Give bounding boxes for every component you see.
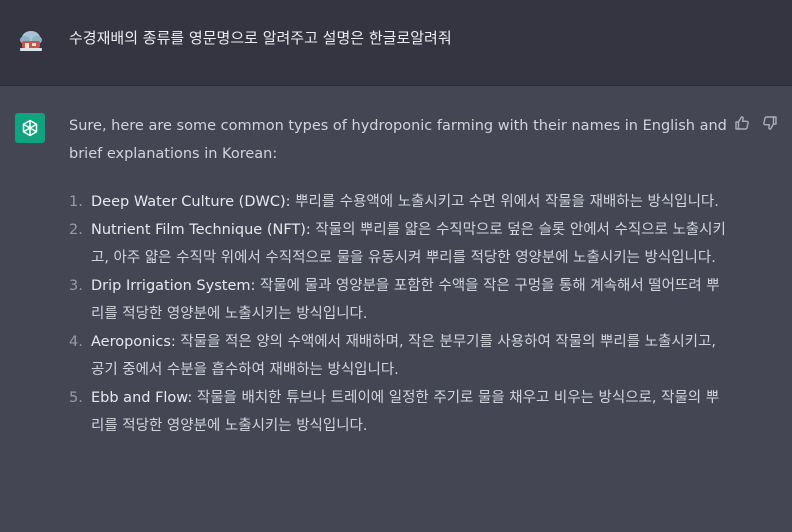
list-item-term: Ebb and Flow: (91, 390, 193, 406)
list-item-term: Deep Water Culture (DWC): (91, 194, 291, 210)
thumbs-up-icon[interactable] (733, 114, 751, 132)
list-item: 2. Nutrient Film Technique (NFT): 작물의 뿌리를… (69, 216, 729, 272)
list-item: 1. Deep Water Culture (DWC): 뿌리를 수용액에 노출시… (69, 188, 729, 216)
list-item-term: Nutrient Film Technique (NFT): (91, 222, 311, 238)
list-item-number: 2. (69, 222, 83, 238)
hydroponic-types-list: 1. Deep Water Culture (DWC): 뿌리를 수용액에 노출시… (69, 188, 729, 440)
list-item: 4. Aeroponics: 작물을 적은 양의 수액에서 재배하며, 작은 분무… (69, 328, 729, 384)
assistant-message-row: Sure, here are some common types of hydr… (0, 86, 792, 532)
list-item-description: 뿌리를 수용액에 노출시키고 수면 위에서 작물을 재배하는 방식입니다. (290, 194, 719, 210)
assistant-message-content: Sure, here are some common types of hydr… (69, 112, 729, 440)
list-item-number: 1. (69, 194, 83, 210)
list-item-number: 5. (69, 390, 83, 406)
thumbs-down-icon[interactable] (761, 114, 779, 132)
user-avatar-icon (16, 26, 46, 56)
list-item-description: 작물을 적은 양의 수액에서 재배하며, 작은 분무기를 사용하여 작물의 뿌리… (91, 334, 716, 378)
list-item-number: 4. (69, 334, 83, 350)
list-item: 3. Drip Irrigation System: 작물에 물과 영양분을 포함… (69, 272, 729, 328)
user-message-row: 수경재배의 종류를 영문명으로 알려주고 설명은 한글로알려줘 (0, 0, 792, 86)
list-item: 5. Ebb and Flow: 작물을 배치한 튜브나 트레이에 일정한 주기로… (69, 384, 729, 440)
list-item-number: 3. (69, 278, 83, 294)
list-item-term: Aeroponics: (91, 334, 176, 350)
openai-logo-icon (15, 113, 45, 143)
user-message-text: 수경재배의 종류를 영문명으로 알려주고 설명은 한글로알려줘 (69, 29, 452, 47)
assistant-intro-text: Sure, here are some common types of hydr… (69, 118, 727, 162)
list-item-term: Drip Irrigation System: (91, 278, 256, 294)
